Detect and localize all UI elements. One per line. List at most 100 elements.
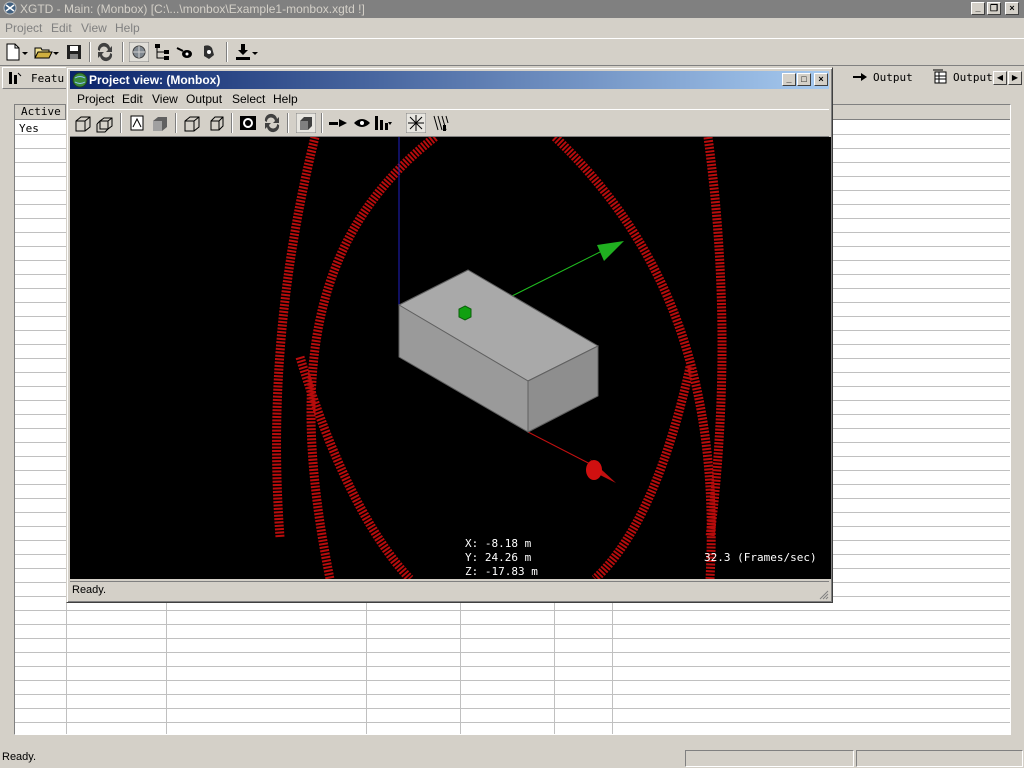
3d-scene[interactable] xyxy=(70,137,831,579)
orbit-outer-left xyxy=(272,137,320,538)
toolbar-separator xyxy=(287,113,289,133)
wire-box-icon[interactable] xyxy=(182,113,202,133)
grid-row-line xyxy=(15,624,1010,625)
save-icon[interactable] xyxy=(64,42,84,62)
detector-marker[interactable] xyxy=(458,305,472,321)
status-text: Ready. xyxy=(2,751,37,763)
axis-red-cone-base xyxy=(586,460,602,480)
status-pane-3 xyxy=(856,750,1023,767)
tree-icon[interactable] xyxy=(152,42,172,62)
project-menu-project[interactable]: Project xyxy=(77,92,114,106)
project-minimize-button[interactable]: _ xyxy=(782,73,796,86)
menu-help[interactable]: Help xyxy=(115,21,140,35)
box-outline-icon[interactable] xyxy=(206,113,226,133)
project-toolbar xyxy=(70,109,829,137)
grid-row-line xyxy=(15,680,1010,681)
grid-row-line xyxy=(15,666,1010,667)
solid-icon[interactable] xyxy=(150,113,170,133)
menu-edit[interactable]: Edit xyxy=(51,21,72,35)
project-window-title-bar[interactable]: Project view: (Monbox) _ □ × xyxy=(70,71,829,89)
grid-row-line xyxy=(15,694,1010,695)
download-dropdown-icon[interactable] xyxy=(250,42,260,62)
orbit-right-arc-b xyxy=(591,366,695,579)
3d-viewport[interactable]: X: -8.18 m Y: 24.26 m Z: -17.83 m 32.3 (… xyxy=(70,137,831,579)
arrow-icon[interactable] xyxy=(328,113,348,133)
app-icon xyxy=(3,1,17,15)
project-window-title: Project view: (Monbox) xyxy=(89,73,221,87)
project-menu-edit[interactable]: Edit xyxy=(122,92,143,106)
tab-features-label: Featur xyxy=(31,72,71,85)
chart-icon[interactable] xyxy=(373,113,393,133)
rays-icon[interactable] xyxy=(431,113,451,133)
project-menu-bar: Project Edit View Output Select Help xyxy=(70,90,829,108)
tab-output-2[interactable]: Output xyxy=(929,67,993,89)
column-header-active[interactable]: Active xyxy=(15,105,66,119)
project-status-bar: Ready. xyxy=(70,581,829,600)
resize-grip-icon[interactable] xyxy=(817,588,829,600)
main-status-bar: Ready. xyxy=(0,749,1024,768)
project-menu-select[interactable]: Select xyxy=(232,92,265,106)
axis-green-cone xyxy=(597,241,624,261)
coord-y: Y: 24.26 m xyxy=(465,551,532,564)
tab-output-1-label: Output xyxy=(873,71,913,84)
project-maximize-button[interactable]: □ xyxy=(797,73,811,86)
open-dropdown-icon[interactable] xyxy=(51,42,61,62)
output-table-icon xyxy=(933,69,947,84)
camera-icon[interactable] xyxy=(238,113,258,133)
menu-view[interactable]: View xyxy=(81,21,107,35)
toolbar-separator xyxy=(231,113,233,133)
grid-row-line xyxy=(15,652,1010,653)
globe-icon xyxy=(72,72,88,88)
toolbar-separator xyxy=(175,113,177,133)
output-arrow-icon xyxy=(853,73,867,81)
axis-green xyxy=(509,246,611,298)
globe-icon[interactable] xyxy=(129,42,149,62)
rotate-icon[interactable] xyxy=(262,113,282,133)
toolbar-separator xyxy=(321,113,323,133)
tab-output-1[interactable]: Output xyxy=(848,67,914,89)
open-icon[interactable] xyxy=(33,42,53,62)
toolbar-separator xyxy=(122,42,124,62)
main-toolbar xyxy=(0,38,1024,66)
tab-output-2-label: Output xyxy=(953,71,993,84)
menu-project[interactable]: Project xyxy=(5,21,42,35)
project-status-text: Ready. xyxy=(72,584,107,596)
monbox-solid[interactable] xyxy=(397,269,600,433)
transfer-icon[interactable] xyxy=(95,42,115,62)
main-menu-bar: Project Edit View Help xyxy=(0,19,1024,37)
status-pane-2 xyxy=(685,750,854,767)
project-menu-output[interactable]: Output xyxy=(186,92,222,106)
feature-tab-icon xyxy=(9,72,22,84)
shade-icon[interactable] xyxy=(296,113,316,133)
toolbar-separator xyxy=(226,42,228,62)
open-box-icon[interactable] xyxy=(73,113,93,133)
new-dropdown-icon[interactable] xyxy=(20,42,30,62)
main-window-title: XGTD - Main: (Monbox) [C:\...\monbox\Exa… xyxy=(20,2,365,16)
orbit-left-arc-b xyxy=(295,355,414,579)
grid-row-line xyxy=(15,638,1010,639)
coord-x: X: -8.18 m xyxy=(465,537,532,550)
toolbar-separator xyxy=(89,42,91,62)
main-title-bar: XGTD - Main: (Monbox) [C:\...\monbox\Exa… xyxy=(0,0,1024,18)
restore-button[interactable]: ❐ xyxy=(987,2,1001,15)
close-button[interactable]: × xyxy=(1005,2,1019,15)
tab-scroll-left-button[interactable]: ◀ xyxy=(993,71,1007,85)
project-view-window: Project view: (Monbox) _ □ × Project Edi… xyxy=(66,67,833,603)
project-menu-view[interactable]: View xyxy=(152,92,178,106)
plane-icon[interactable] xyxy=(127,113,147,133)
minimize-button[interactable]: _ xyxy=(971,2,985,15)
tab-scroll-right-button[interactable]: ▶ xyxy=(1008,71,1022,85)
toolbar-separator xyxy=(120,113,122,133)
grid-row-line xyxy=(15,708,1010,709)
eye-icon[interactable] xyxy=(175,42,195,62)
burst-icon[interactable] xyxy=(406,113,426,133)
eye-view-icon[interactable] xyxy=(352,113,372,133)
project-menu-help[interactable]: Help xyxy=(273,92,298,106)
copy-box-icon[interactable] xyxy=(95,113,115,133)
tab-features[interactable]: Featur xyxy=(2,67,71,89)
project-close-button[interactable]: × xyxy=(814,73,828,86)
fps-readout: 32.3 (Frames/sec) xyxy=(704,551,817,564)
grid-row-line xyxy=(15,610,1010,611)
grid-row-line xyxy=(15,722,1010,723)
settings-icon[interactable] xyxy=(199,42,219,62)
